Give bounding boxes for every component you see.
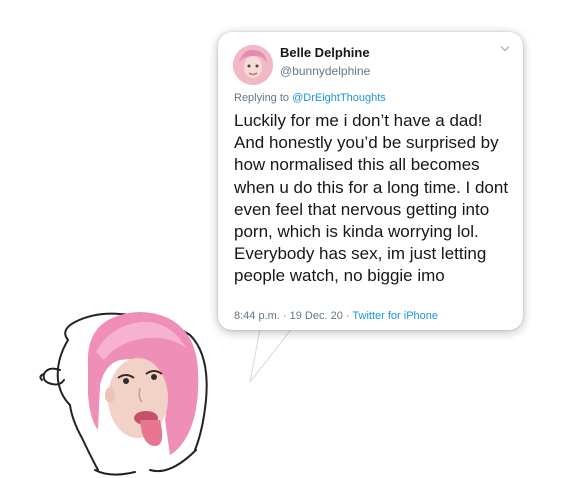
wojak-face-illustration: [39, 312, 208, 476]
